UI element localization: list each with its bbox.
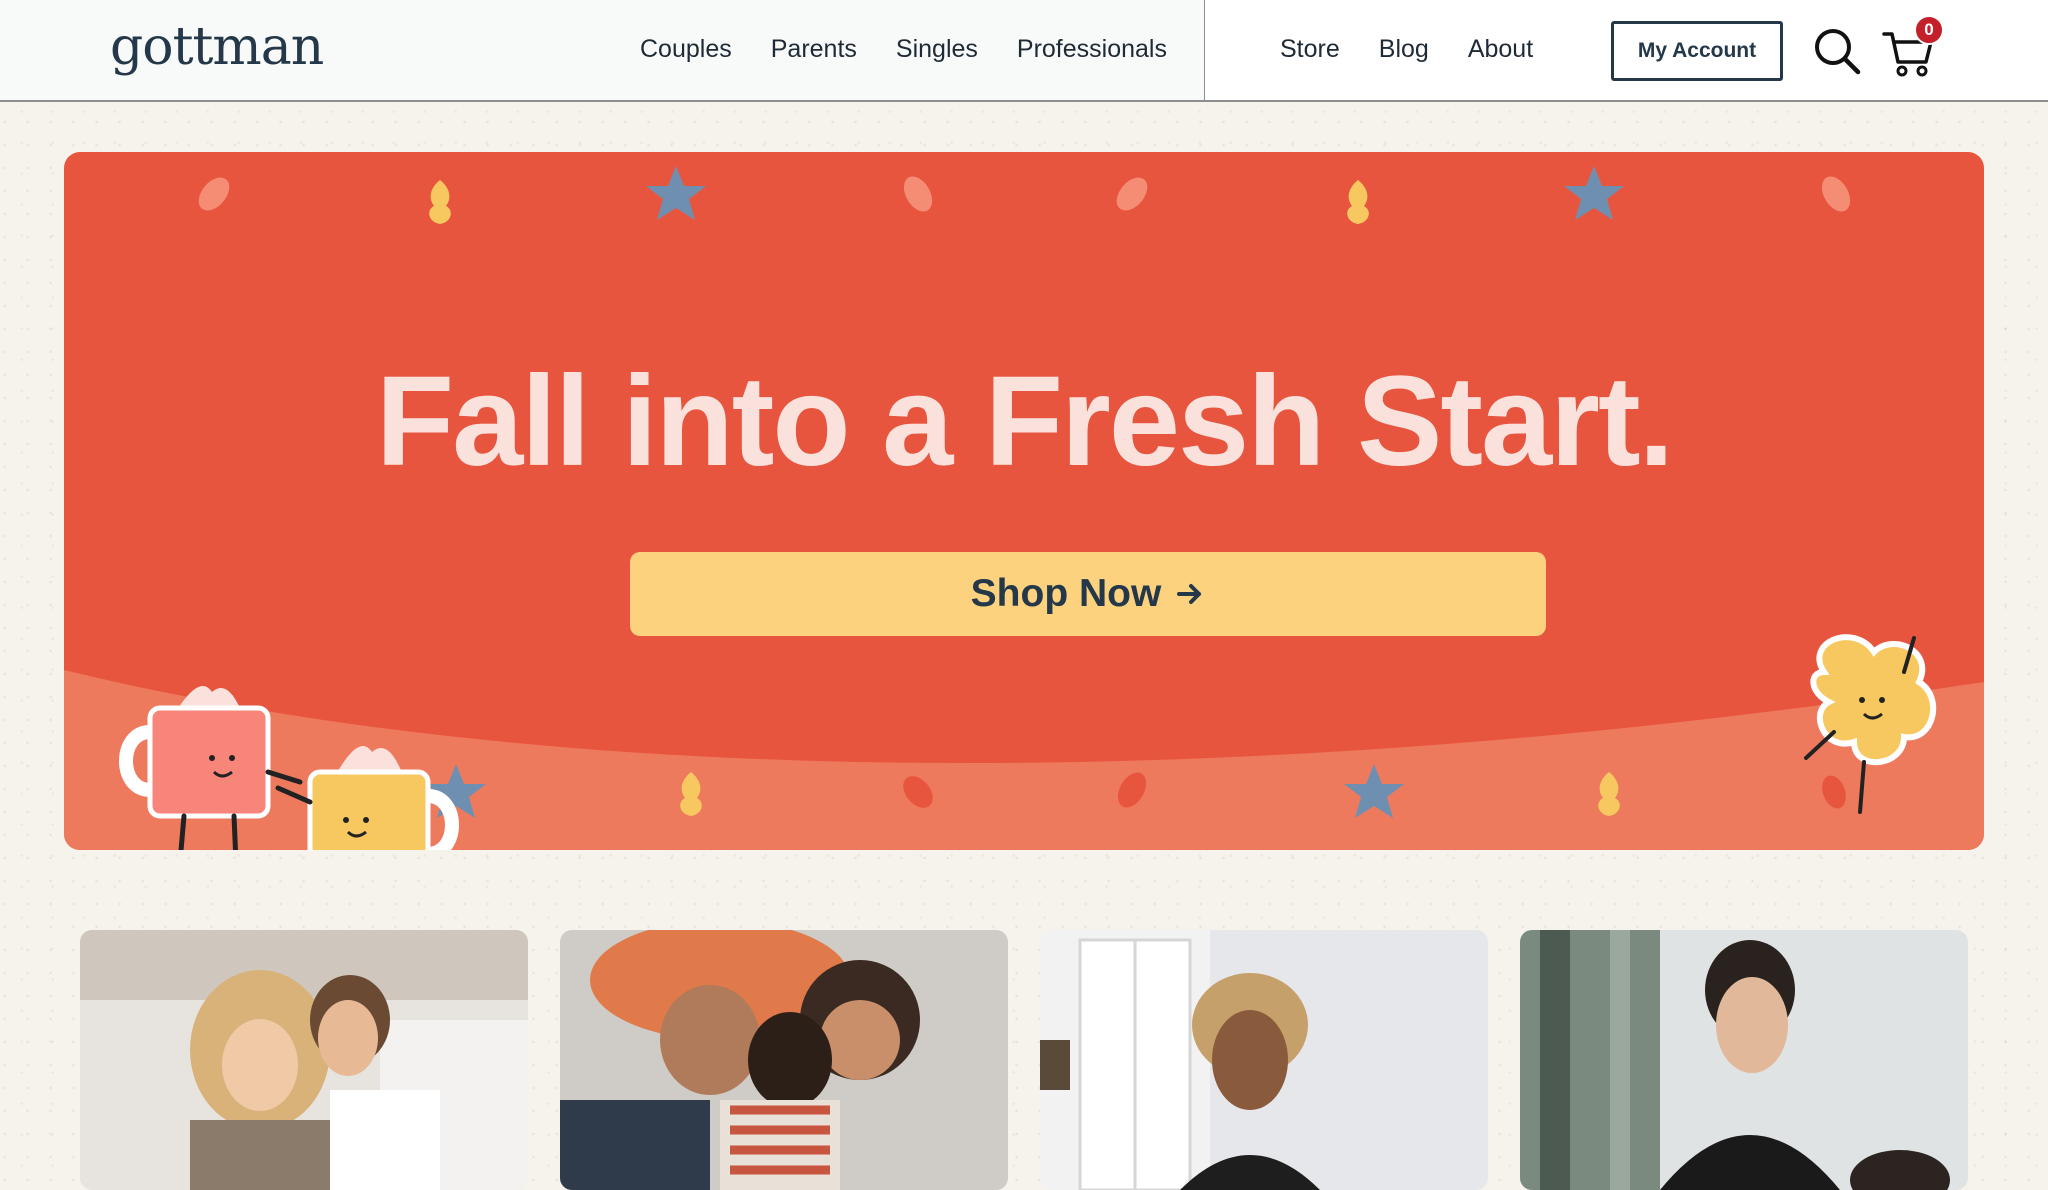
- nav-link-store[interactable]: Store: [1280, 30, 1340, 68]
- nav-link-about[interactable]: About: [1468, 30, 1533, 68]
- primary-nav: Couples Parents Singles Professionals: [640, 30, 1206, 68]
- gottman-logo[interactable]: gottman: [110, 12, 324, 82]
- shop-now-button[interactable]: Shop Now: [630, 552, 1546, 636]
- hero-banner: Fall into a Fresh Start. Shop Now: [64, 152, 1984, 850]
- nav-link-blog[interactable]: Blog: [1379, 30, 1429, 68]
- audience-cards: [80, 930, 1968, 1190]
- nav-link-professionals[interactable]: Professionals: [1017, 30, 1167, 68]
- site-header: gottman Couples Parents Singles Professi…: [0, 0, 2048, 102]
- nav-link-couples[interactable]: Couples: [640, 30, 732, 68]
- my-account-button[interactable]: My Account: [1611, 21, 1783, 81]
- hero-title: Fall into a Fresh Start.: [375, 350, 1674, 493]
- nav-link-singles[interactable]: Singles: [896, 30, 978, 68]
- secondary-nav: Store Blog About: [1280, 30, 1572, 68]
- card-parents-image[interactable]: [560, 930, 1008, 1190]
- card-professionals-image[interactable]: [1520, 930, 1968, 1190]
- search-icon[interactable]: [1812, 26, 1862, 76]
- nav-link-parents[interactable]: Parents: [771, 30, 857, 68]
- acorn-confetti-icon: [429, 180, 1620, 816]
- card-couples-image[interactable]: [80, 930, 528, 1190]
- arrow-right-icon: [1177, 584, 1202, 604]
- cart-count-badge: 0: [1914, 15, 1944, 45]
- hero-decoration: [64, 166, 1984, 850]
- shop-now-label: Shop Now: [970, 572, 1162, 615]
- card-singles-image[interactable]: [1040, 930, 1488, 1190]
